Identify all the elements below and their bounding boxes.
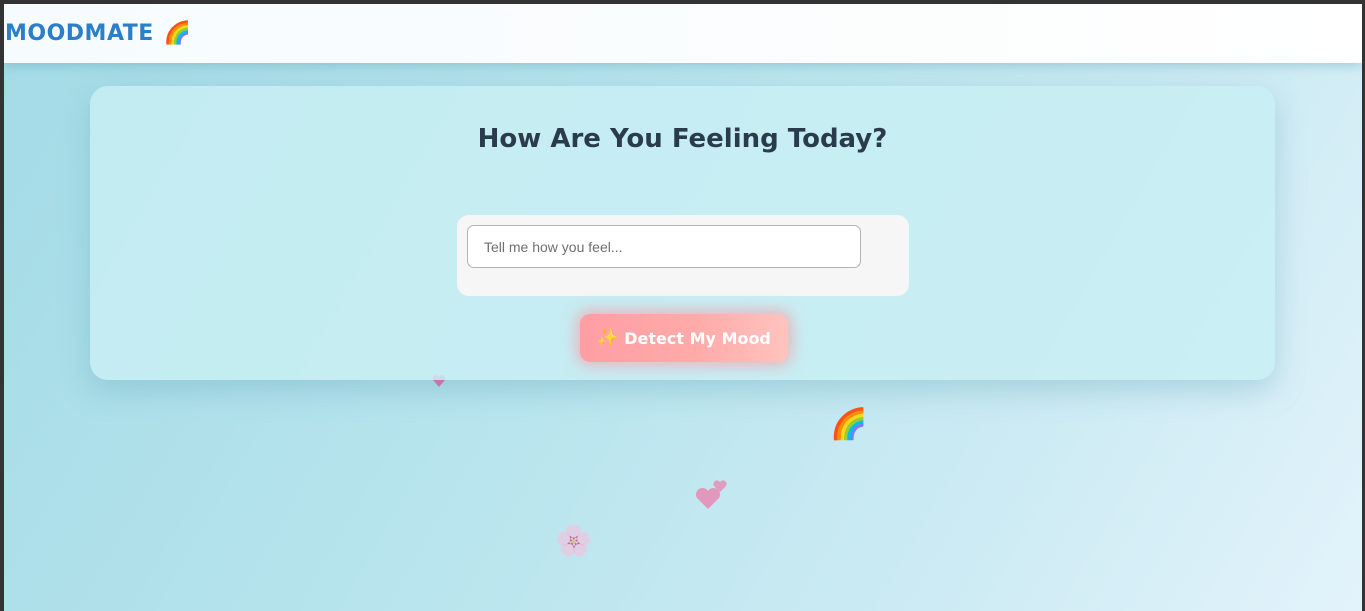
- mood-input[interactable]: [467, 225, 861, 268]
- brand-logo[interactable]: MOODMATE 🌈: [5, 21, 192, 46]
- floating-hearts-icon: [695, 480, 727, 509]
- brand-name: MOODMATE: [5, 21, 154, 46]
- page-title: How Are You Feeling Today?: [477, 124, 888, 154]
- rainbow-icon: 🌈: [163, 21, 192, 46]
- input-panel: [457, 215, 909, 296]
- app-window: MOODMATE 🌈 🌈 🌸 How Are You Feeling Today…: [0, 0, 1365, 611]
- detect-mood-button[interactable]: ✨ Detect My Mood: [580, 314, 788, 362]
- navbar: MOODMATE 🌈: [4, 4, 1362, 63]
- sparkle-icon: ✨: [597, 328, 619, 348]
- mood-card: How Are You Feeling Today? ✨ Detect My M…: [90, 86, 1275, 380]
- detect-mood-label: Detect My Mood: [624, 328, 771, 348]
- floating-rainbow-icon: 🌈: [830, 407, 868, 442]
- floating-flower-icon: 🌸: [555, 524, 593, 559]
